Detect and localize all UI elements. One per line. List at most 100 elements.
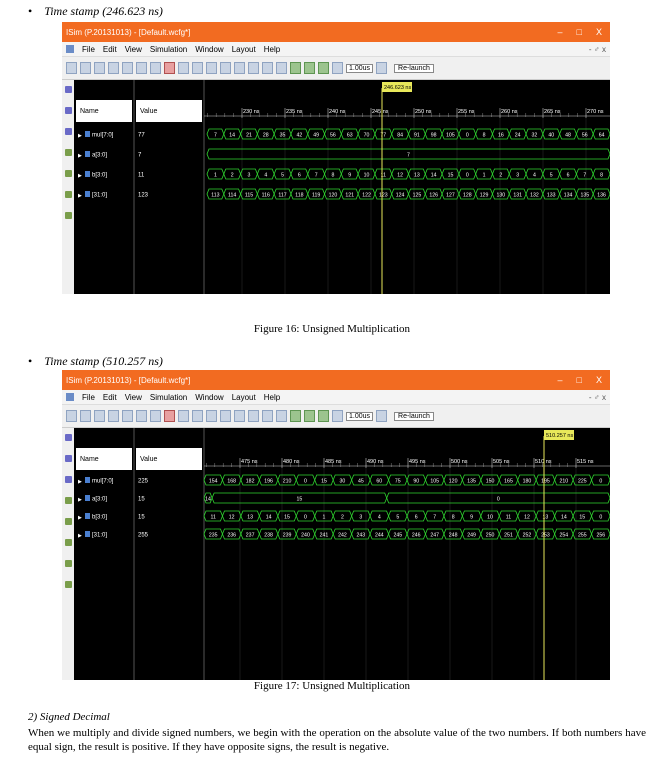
zoom-icon[interactable] (220, 62, 231, 74)
waveform-viewer[interactable]: Name Value 475 ns 480 ns 485 ns 490 ns 495 ns 5… (74, 428, 610, 680)
delete-icon[interactable] (164, 62, 175, 74)
find-icon[interactable] (206, 410, 217, 422)
zoom-out-icon[interactable] (64, 107, 72, 114)
layout-icon[interactable] (234, 62, 245, 74)
zoom-in-icon[interactable] (64, 434, 72, 441)
menu-file[interactable]: File (82, 45, 95, 54)
grid-icon[interactable] (248, 62, 259, 74)
timestamp-bullet-2: • Time stamp (510.257 ns) (28, 354, 163, 368)
bus-value: 1 (483, 172, 486, 178)
close-button[interactable]: X (596, 375, 602, 385)
zoom-in-icon[interactable] (64, 86, 72, 93)
signal-value: 255 (138, 533, 149, 539)
redo-icon[interactable] (192, 62, 203, 74)
bus-icon (85, 171, 90, 177)
menu-edit[interactable]: Edit (103, 393, 117, 402)
grid-icon[interactable] (248, 410, 259, 422)
run-for-icon[interactable] (332, 62, 343, 74)
relaunch-button[interactable]: Re-launch (394, 63, 434, 73)
run-time-input[interactable]: 1.00us (346, 63, 374, 73)
menu-edit[interactable]: Edit (103, 45, 117, 54)
run-all-icon[interactable] (304, 410, 315, 422)
side-toolbar (62, 428, 74, 680)
undo-icon[interactable] (178, 410, 189, 422)
layout-icon[interactable] (234, 410, 245, 422)
save-icon[interactable] (94, 62, 105, 74)
cut-icon[interactable] (122, 62, 133, 74)
paste-icon[interactable] (150, 62, 161, 74)
doc-window-controls[interactable]: - ♂ x (589, 393, 610, 402)
waveform-canvas[interactable]: Name Value 475 ns 480 ns 485 ns 490 ns 495 ns 5… (74, 428, 610, 680)
redo-icon[interactable] (192, 410, 203, 422)
swap-icon[interactable] (64, 212, 72, 219)
go-to-end-icon[interactable] (64, 170, 72, 177)
maximize-button[interactable]: □ (577, 27, 582, 37)
marker-icon[interactable] (262, 62, 273, 74)
new-icon[interactable] (66, 410, 77, 422)
menu-simulation[interactable]: Simulation (150, 45, 187, 54)
run-for-icon[interactable] (332, 410, 343, 422)
expand-icon: ▶ (78, 497, 82, 503)
menu-simulation[interactable]: Simulation (150, 393, 187, 402)
find-icon[interactable] (206, 62, 217, 74)
menu-layout[interactable]: Layout (232, 393, 256, 402)
relaunch-button[interactable]: Re-launch (394, 411, 434, 421)
restart-icon[interactable] (290, 62, 301, 74)
menu-view[interactable]: View (125, 393, 142, 402)
run-time-input[interactable]: 1.00us (346, 411, 374, 421)
menu-help[interactable]: Help (264, 393, 280, 402)
marker-icon[interactable] (262, 410, 273, 422)
delete-icon[interactable] (164, 410, 175, 422)
zoom-out-icon[interactable] (64, 455, 72, 462)
bus-value: 7 (214, 132, 217, 138)
swap-icon[interactable] (64, 560, 72, 567)
waveform-viewer[interactable]: Name Value 230 ns 235 ns 240 ns 245 ns 250 ns 2… (74, 80, 610, 294)
maximize-button[interactable]: □ (577, 375, 582, 385)
open-icon[interactable] (80, 62, 91, 74)
bus-value: 14 (229, 132, 235, 138)
zoom-icon[interactable] (220, 410, 231, 422)
menu-help[interactable]: Help (264, 45, 280, 54)
open-icon[interactable] (80, 410, 91, 422)
cut-icon[interactable] (122, 410, 133, 422)
close-button[interactable]: X (596, 27, 602, 37)
copy-icon[interactable] (136, 62, 147, 74)
step-icon[interactable] (318, 62, 329, 74)
menu-file[interactable]: File (82, 393, 95, 402)
step-icon[interactable] (318, 410, 329, 422)
bus-value: 15 (284, 514, 290, 520)
snap-icon[interactable] (64, 191, 72, 198)
waveform-canvas[interactable]: Name Value 230 ns 235 ns 240 ns 245 ns 250 ns 2… (74, 80, 610, 294)
go-to-start-icon[interactable] (64, 149, 72, 156)
menu-window[interactable]: Window (195, 45, 223, 54)
zoom-fit-icon[interactable] (64, 128, 72, 135)
pause-icon[interactable] (376, 62, 388, 74)
menu-window[interactable]: Window (195, 393, 223, 402)
snap-icon[interactable] (64, 539, 72, 546)
doc-window-controls[interactable]: - ♂ x (589, 45, 610, 54)
cursor-icon[interactable] (276, 410, 287, 422)
bus-value: 4 (378, 514, 381, 520)
save-icon[interactable] (94, 410, 105, 422)
go-to-start-icon[interactable] (64, 497, 72, 504)
isim-window-1: ISim (P.20131013) - [Default.wcfg*] – □ X … (62, 22, 610, 294)
print-icon[interactable] (108, 62, 119, 74)
bus-value: 28 (263, 132, 269, 138)
new-icon[interactable] (66, 62, 77, 74)
minimize-button[interactable]: – (558, 375, 563, 385)
cursor-icon[interactable] (276, 62, 287, 74)
menu-layout[interactable]: Layout (232, 45, 256, 54)
pause-icon[interactable] (376, 410, 388, 422)
run-all-icon[interactable] (304, 62, 315, 74)
marker-add-icon[interactable] (64, 581, 72, 588)
go-to-end-icon[interactable] (64, 518, 72, 525)
copy-icon[interactable] (136, 410, 147, 422)
minimize-button[interactable]: – (558, 27, 563, 37)
undo-icon[interactable] (178, 62, 189, 74)
zoom-fit-icon[interactable] (64, 476, 72, 483)
paste-icon[interactable] (150, 410, 161, 422)
bus-value: 0 (304, 478, 307, 484)
menu-view[interactable]: View (125, 45, 142, 54)
restart-icon[interactable] (290, 410, 301, 422)
print-icon[interactable] (108, 410, 119, 422)
